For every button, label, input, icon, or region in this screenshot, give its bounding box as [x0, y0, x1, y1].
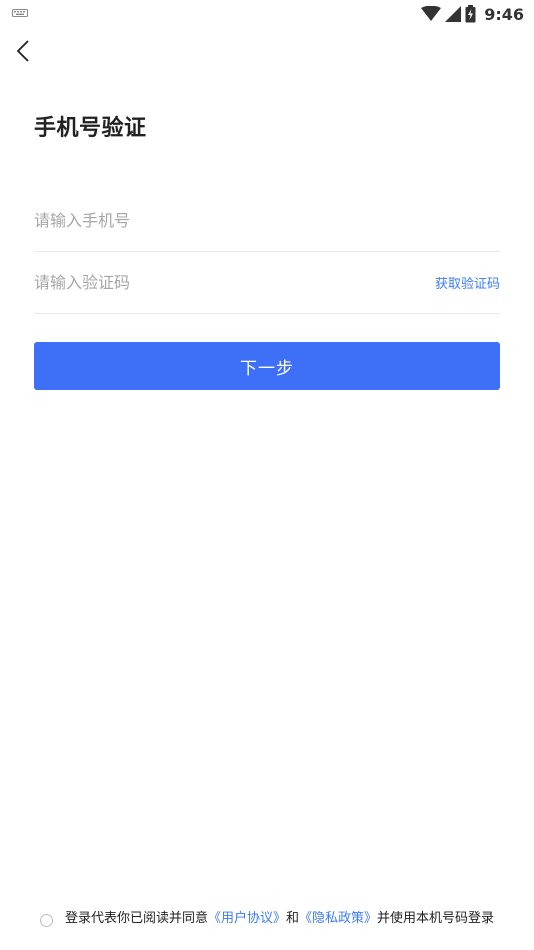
code-field: 获取验证码: [34, 252, 500, 314]
verification-code-input[interactable]: [34, 273, 435, 292]
phone-input[interactable]: [34, 211, 500, 230]
next-step-button[interactable]: 下一步: [34, 342, 500, 390]
keyboard-icon: [12, 9, 28, 17]
agreement-prefix: 登录代表你已阅读并同意: [64, 911, 208, 926]
agreement-suffix: 并使用本机号码登录: [377, 911, 495, 926]
phone-field: [34, 190, 500, 252]
signal-icon: [445, 6, 462, 22]
status-time: 9:46: [484, 4, 524, 24]
wifi-icon: [421, 6, 442, 21]
page-title: 手机号验证: [34, 116, 147, 141]
chevron-left-icon: [16, 40, 29, 62]
get-code-button[interactable]: 获取验证码: [435, 273, 500, 292]
battery-icon: [465, 5, 476, 23]
status-icons: 9:46: [421, 3, 524, 25]
agreement-row: 登录代表你已阅读并同意《用户协议》和《隐私政策》并使用本机号码登录: [40, 910, 500, 927]
user-agreement-link[interactable]: 《用户协议》: [208, 911, 286, 926]
privacy-policy-link[interactable]: 《隐私政策》: [299, 911, 377, 926]
back-button[interactable]: [8, 36, 38, 66]
agreement-and: 和: [285, 911, 299, 926]
status-bar: 9:46: [0, 0, 534, 28]
agreement-text: 登录代表你已阅读并同意《用户协议》和《隐私政策》并使用本机号码登录: [59, 910, 500, 927]
agree-radio[interactable]: [40, 914, 53, 927]
